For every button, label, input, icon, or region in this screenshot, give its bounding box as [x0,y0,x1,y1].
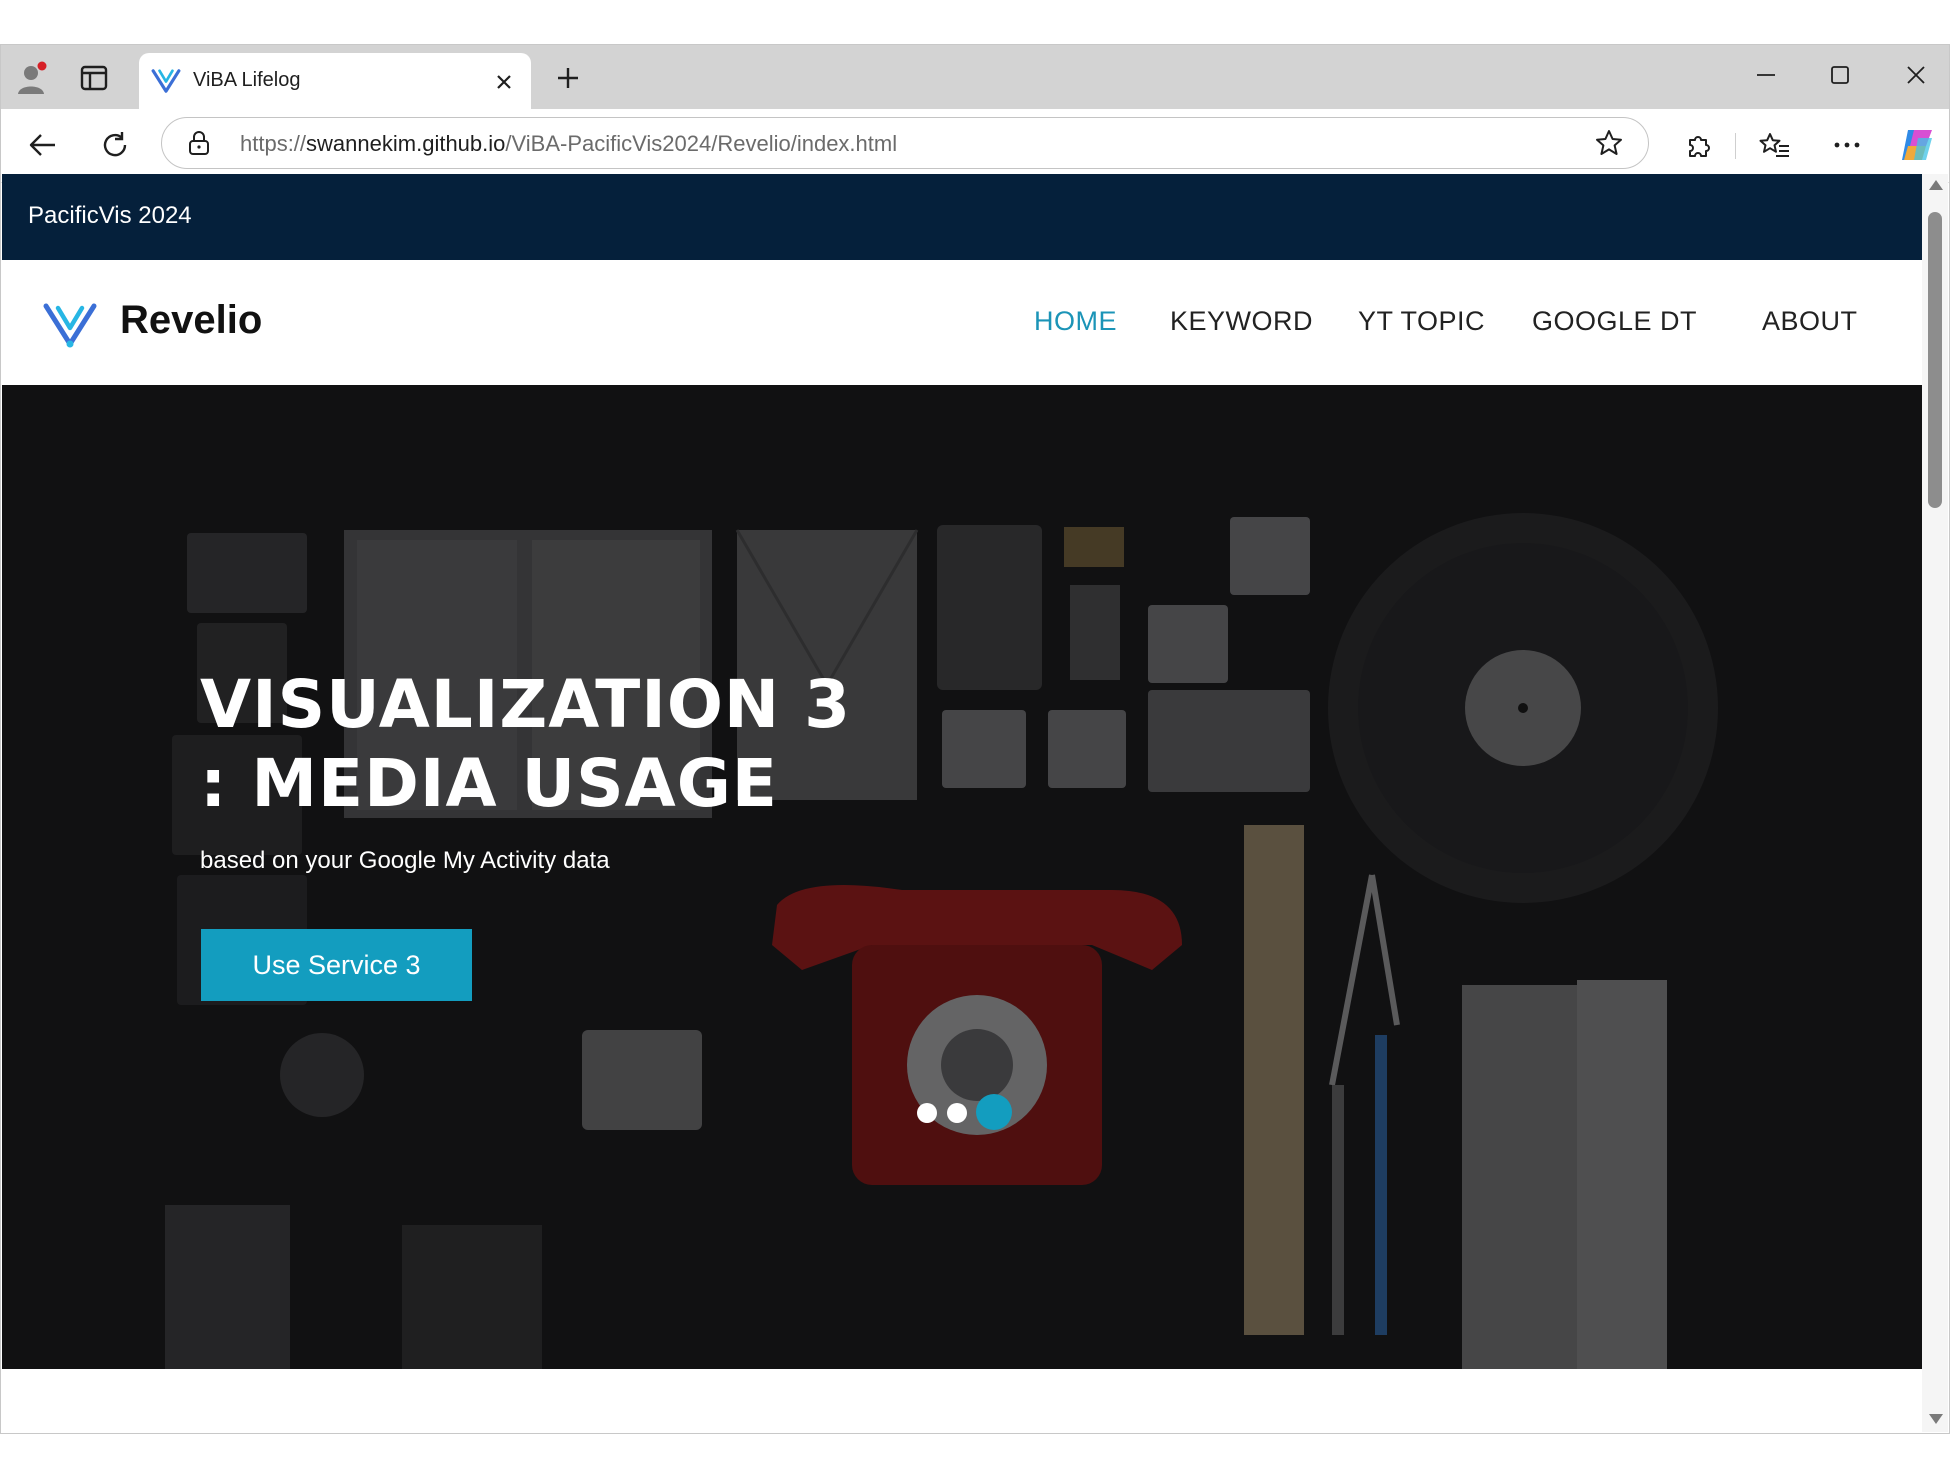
tab-actions-icon[interactable] [73,57,115,99]
use-service-button[interactable]: Use Service 3 [201,929,472,1001]
browser-window: ViBA Lifelog https://swannekim.github.io… [0,44,1950,1434]
reload-icon[interactable] [93,123,137,167]
tab-title: ViBA Lifelog [193,69,301,91]
lock-icon[interactable] [188,130,214,158]
favorites-icon[interactable] [1753,123,1797,167]
slide-dot-3-active[interactable] [976,1094,1012,1130]
url-text[interactable]: https://swannekim.github.io/ViBA-Pacific… [240,131,897,157]
revelio-logo-icon[interactable] [42,300,98,350]
revelio-favicon-icon [151,67,181,95]
toolbar-divider [1735,133,1736,159]
hero-title: VISUALIZATION 3 : MEDIA USAGE [200,665,851,823]
slide-dot-2[interactable] [947,1103,967,1123]
hero-title-line-2: : MEDIA USAGE [200,745,778,822]
address-bar[interactable]: https://swannekim.github.io/ViBA-Pacific… [161,117,1649,169]
hero-background-image [2,385,1922,1369]
nav-keyword[interactable]: KEYWORD [1170,306,1313,337]
minimize-icon[interactable] [1743,53,1789,97]
url-path: /ViBA-PacificVis2024/Revelio/index.html [505,131,898,156]
profile-icon[interactable] [11,57,53,99]
nav-yt-topic[interactable]: YT TOPIC [1358,306,1485,337]
close-icon[interactable] [489,67,519,97]
nav-about[interactable]: ABOUT [1762,306,1858,337]
copilot-icon[interactable] [1895,123,1939,167]
puzzle-icon[interactable] [1677,123,1721,167]
hero-subtitle: based on your Google My Activity data [200,847,610,874]
conference-label: PacificVis 2024 [28,202,192,229]
hero-title-line-1: VISUALIZATION 3 [200,666,852,743]
scroll-up-arrow-icon[interactable] [1929,180,1943,190]
site-navbar: Revelio HOME KEYWORD YT TOPIC GOOGLE DT … [2,260,1922,385]
nav-home[interactable]: HOME [1034,306,1117,337]
nav-google-dt[interactable]: GOOGLE DT [1532,306,1697,337]
browser-tab[interactable]: ViBA Lifelog [139,53,531,109]
maximize-icon[interactable] [1817,53,1863,97]
conference-topbar: PacificVis 2024 [2,174,1922,260]
plus-icon[interactable] [549,59,587,97]
back-arrow-icon[interactable] [21,123,65,167]
url-host: swannekim.github.io [306,131,506,156]
tab-strip: ViBA Lifelog [1,45,1949,109]
scroll-thumb[interactable] [1928,212,1942,508]
slide-dot-1[interactable] [917,1103,937,1123]
brand-name[interactable]: Revelio [120,298,262,343]
hero-slider: VISUALIZATION 3 : MEDIA USAGE based on y… [2,385,1922,1369]
scroll-down-arrow-icon[interactable] [1929,1414,1943,1424]
page-scrollbar[interactable] [1922,174,1948,1432]
url-scheme: https:// [240,131,307,156]
window-close-icon[interactable] [1893,53,1939,97]
page-viewport: PacificVis 2024 Revelio HOME KEYWORD YT … [2,174,1922,1432]
browser-toolbar: https://swannekim.github.io/ViBA-Pacific… [1,109,1949,183]
more-icon[interactable] [1825,123,1869,167]
star-icon[interactable] [1594,128,1626,160]
